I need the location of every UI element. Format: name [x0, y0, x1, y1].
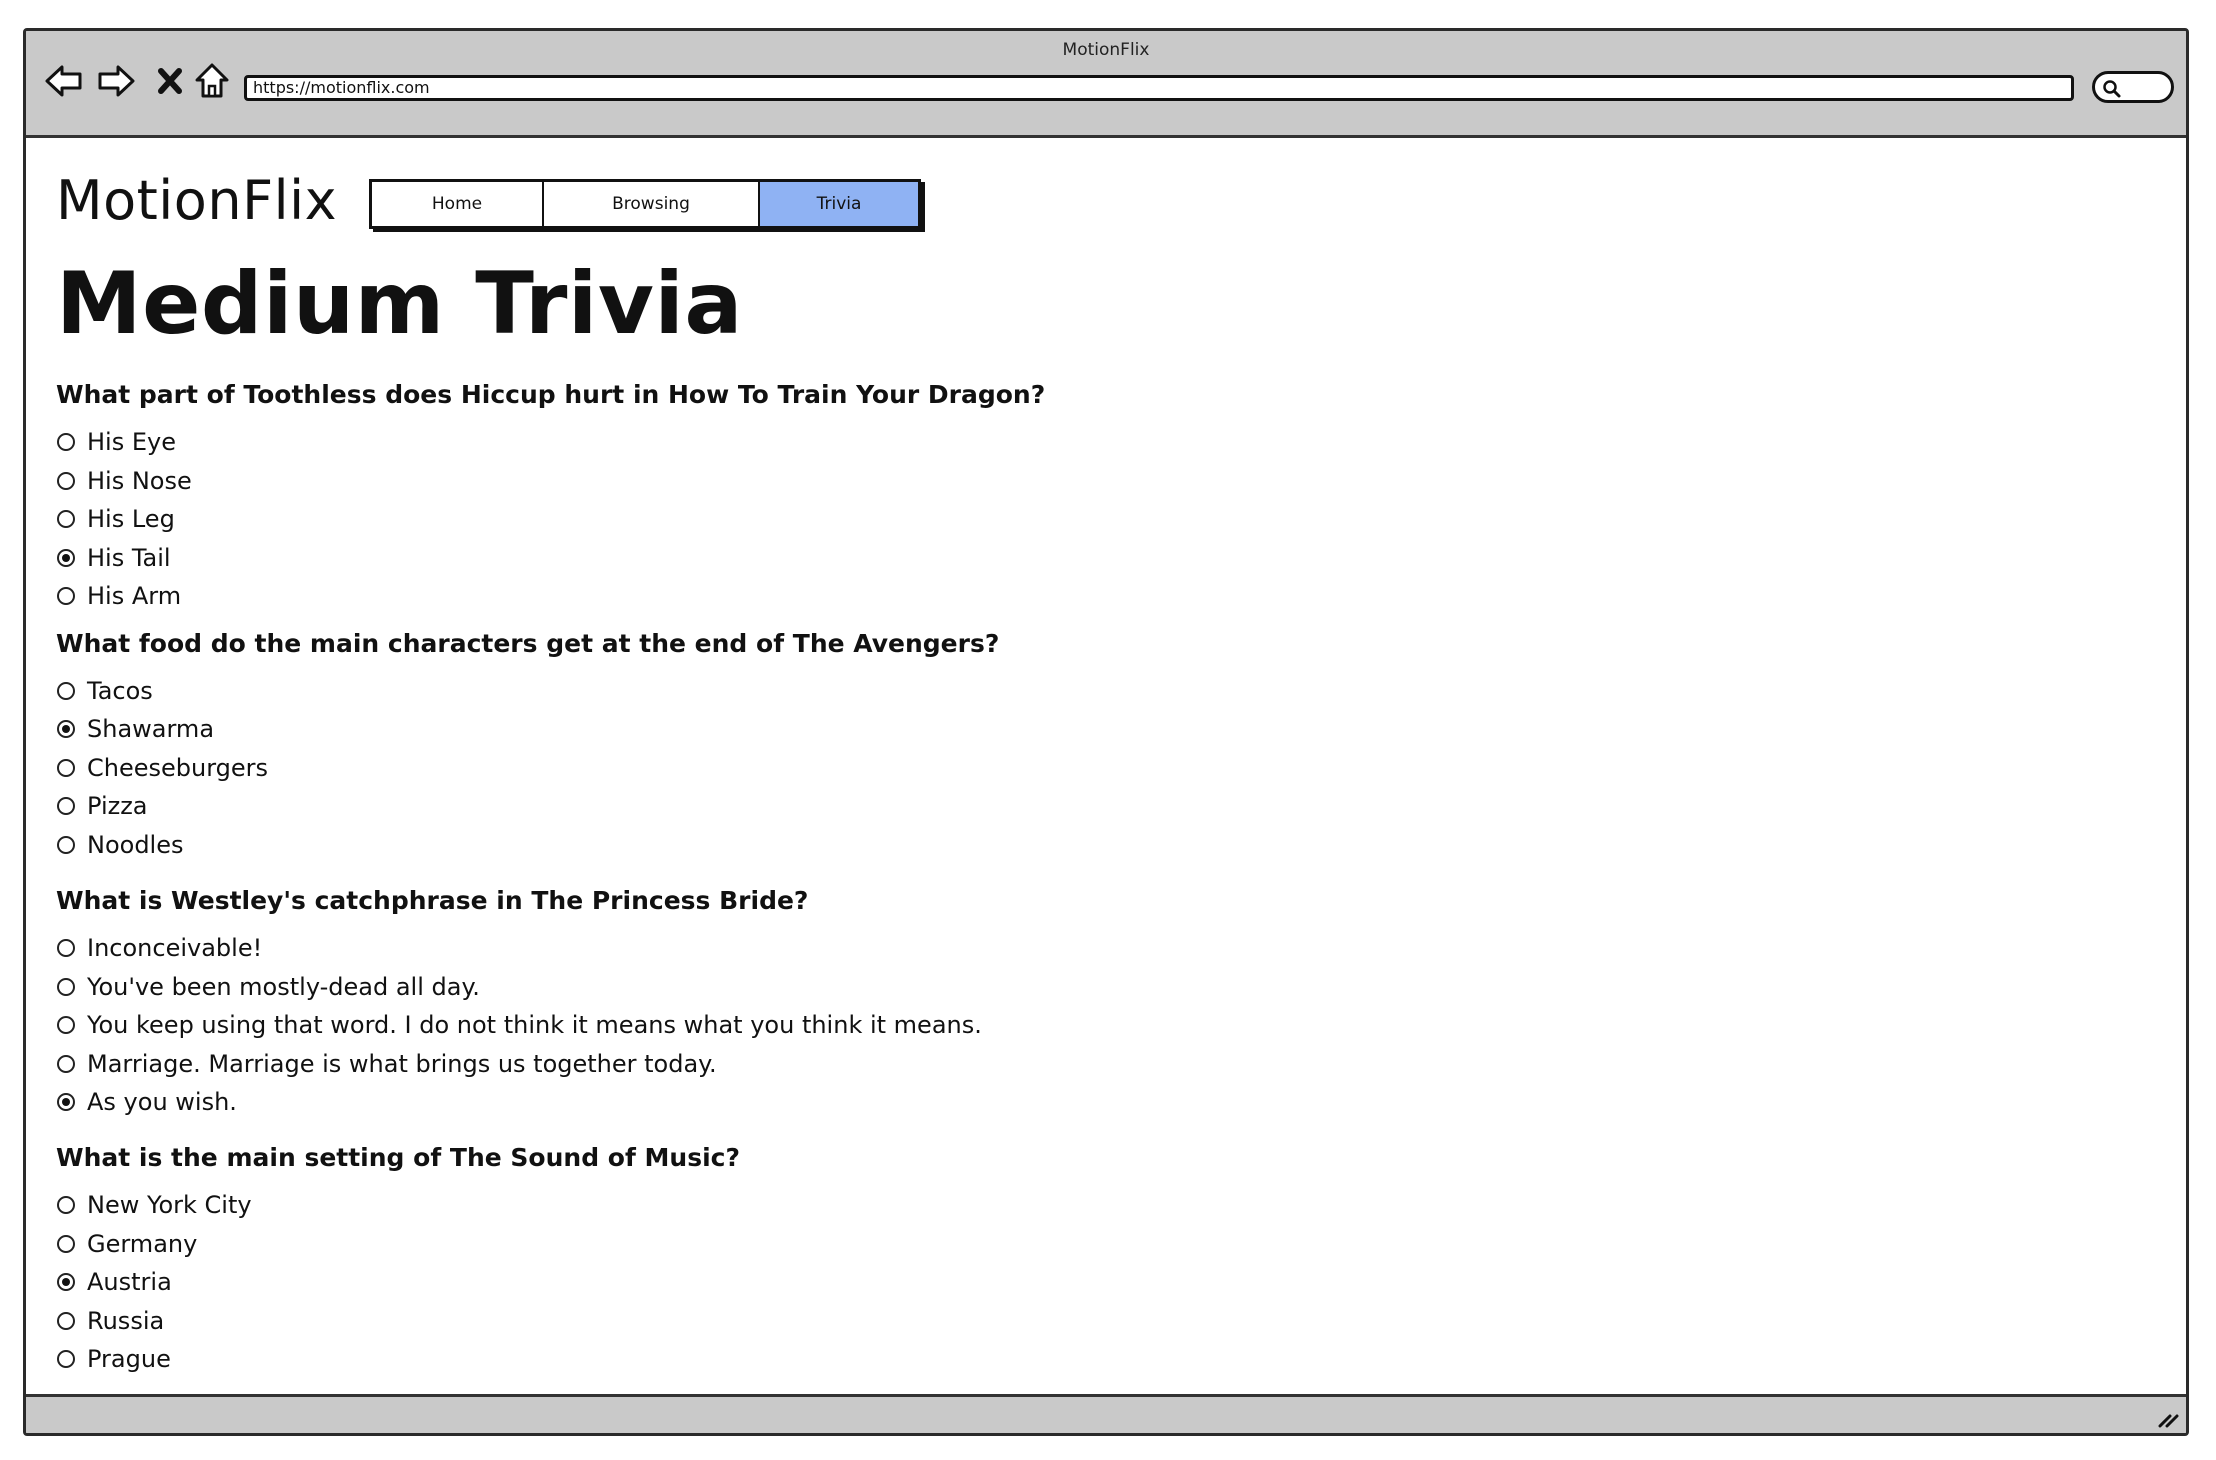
- option-label: Cheeseburgers: [87, 754, 269, 782]
- radio-button[interactable]: [57, 1312, 75, 1330]
- answer-option[interactable]: You've been mostly-dead all day.: [56, 971, 480, 1003]
- option-label: Marriage. Marriage is what brings us tog…: [87, 1050, 717, 1078]
- radio-button[interactable]: [57, 549, 75, 567]
- answer-option[interactable]: Noodles: [56, 829, 184, 861]
- radio-button[interactable]: [57, 759, 75, 777]
- answer-option[interactable]: Austria: [56, 1266, 172, 1298]
- radio-button[interactable]: [57, 1273, 75, 1291]
- tab-home[interactable]: Home: [372, 182, 544, 226]
- answer-option[interactable]: Pizza: [56, 790, 148, 822]
- option-label: Tacos: [87, 677, 153, 705]
- window-title: MotionFlix: [1062, 40, 1150, 60]
- option-label: You've been mostly-dead all day.: [87, 973, 480, 1001]
- option-label: Prague: [87, 1345, 171, 1373]
- radio-button[interactable]: [57, 433, 75, 451]
- radio-button[interactable]: [57, 720, 75, 738]
- resize-grip-icon[interactable]: [2156, 1409, 2180, 1429]
- option-label: His Arm: [87, 582, 182, 610]
- radio-button[interactable]: [57, 1350, 75, 1368]
- answer-option[interactable]: Prague: [56, 1343, 171, 1375]
- answer-option[interactable]: You keep using that word. I do not think…: [56, 1009, 982, 1041]
- browser-search-field[interactable]: [2092, 71, 2174, 103]
- option-label: Shawarma: [87, 715, 215, 743]
- radio-button[interactable]: [57, 587, 75, 605]
- option-label: Inconceivable!: [87, 934, 263, 962]
- tab-browsing[interactable]: Browsing: [544, 182, 760, 226]
- question-text: What is the main setting of The Sound of…: [56, 1143, 740, 1172]
- option-label: Austria: [87, 1268, 172, 1296]
- option-label: His Tail: [87, 544, 171, 572]
- answer-option[interactable]: Russia: [56, 1305, 164, 1337]
- question-text: What part of Toothless does Hiccup hurt …: [56, 380, 1046, 409]
- radio-button[interactable]: [57, 797, 75, 815]
- answer-option[interactable]: New York City: [56, 1189, 252, 1221]
- radio-button[interactable]: [57, 682, 75, 700]
- option-label: As you wish.: [87, 1088, 237, 1116]
- answer-option[interactable]: As you wish.: [56, 1086, 237, 1118]
- answer-option[interactable]: His Eye: [56, 426, 176, 458]
- option-label: New York City: [87, 1191, 252, 1219]
- arrow-right-icon[interactable]: [96, 61, 136, 101]
- answer-option[interactable]: His Tail: [56, 542, 171, 574]
- option-label: Germany: [87, 1230, 198, 1258]
- radio-button[interactable]: [57, 1016, 75, 1034]
- option-label: Pizza: [87, 792, 148, 820]
- radio-button[interactable]: [57, 836, 75, 854]
- option-label: His Eye: [87, 428, 176, 456]
- answer-option[interactable]: Germany: [56, 1228, 197, 1260]
- radio-button[interactable]: [57, 1093, 75, 1111]
- answer-option[interactable]: Marriage. Marriage is what brings us tog…: [56, 1048, 717, 1080]
- answer-option[interactable]: His Nose: [56, 465, 192, 497]
- radio-button[interactable]: [57, 1235, 75, 1253]
- question-text: What food do the main characters get at …: [56, 629, 1000, 658]
- search-icon: [2103, 80, 2121, 98]
- answer-option[interactable]: His Arm: [56, 580, 181, 612]
- option-label: His Nose: [87, 467, 192, 495]
- answer-option[interactable]: His Leg: [56, 503, 175, 535]
- answer-option[interactable]: Inconceivable!: [56, 932, 262, 964]
- question-text: What is Westley's catchphrase in The Pri…: [56, 886, 809, 915]
- close-x-icon[interactable]: [150, 61, 190, 101]
- radio-button[interactable]: [57, 472, 75, 490]
- option-label: Noodles: [87, 831, 184, 859]
- browser-statusbar: [26, 1394, 2186, 1433]
- radio-button[interactable]: [57, 1196, 75, 1214]
- browser-window: MotionFlix https://motionflix.com Motion…: [23, 28, 2189, 1436]
- radio-button[interactable]: [57, 1055, 75, 1073]
- answer-option[interactable]: Cheeseburgers: [56, 752, 268, 784]
- tab-trivia[interactable]: Trivia: [760, 182, 918, 226]
- radio-button[interactable]: [57, 978, 75, 996]
- address-bar[interactable]: https://motionflix.com: [244, 75, 2074, 101]
- answer-option[interactable]: Shawarma: [56, 713, 214, 745]
- main-nav: Home Browsing Trivia: [369, 179, 921, 229]
- radio-button[interactable]: [57, 939, 75, 957]
- arrow-left-icon[interactable]: [44, 61, 84, 101]
- option-label: You keep using that word. I do not think…: [87, 1011, 982, 1039]
- option-label: Russia: [87, 1307, 165, 1335]
- answer-option[interactable]: Tacos: [56, 675, 153, 707]
- browser-titlebar: MotionFlix https://motionflix.com: [26, 31, 2186, 138]
- home-icon[interactable]: [192, 61, 232, 101]
- radio-button[interactable]: [57, 510, 75, 528]
- option-label: His Leg: [87, 505, 175, 533]
- page-title: Medium Trivia: [56, 254, 743, 354]
- site-logo: MotionFlix: [56, 169, 338, 232]
